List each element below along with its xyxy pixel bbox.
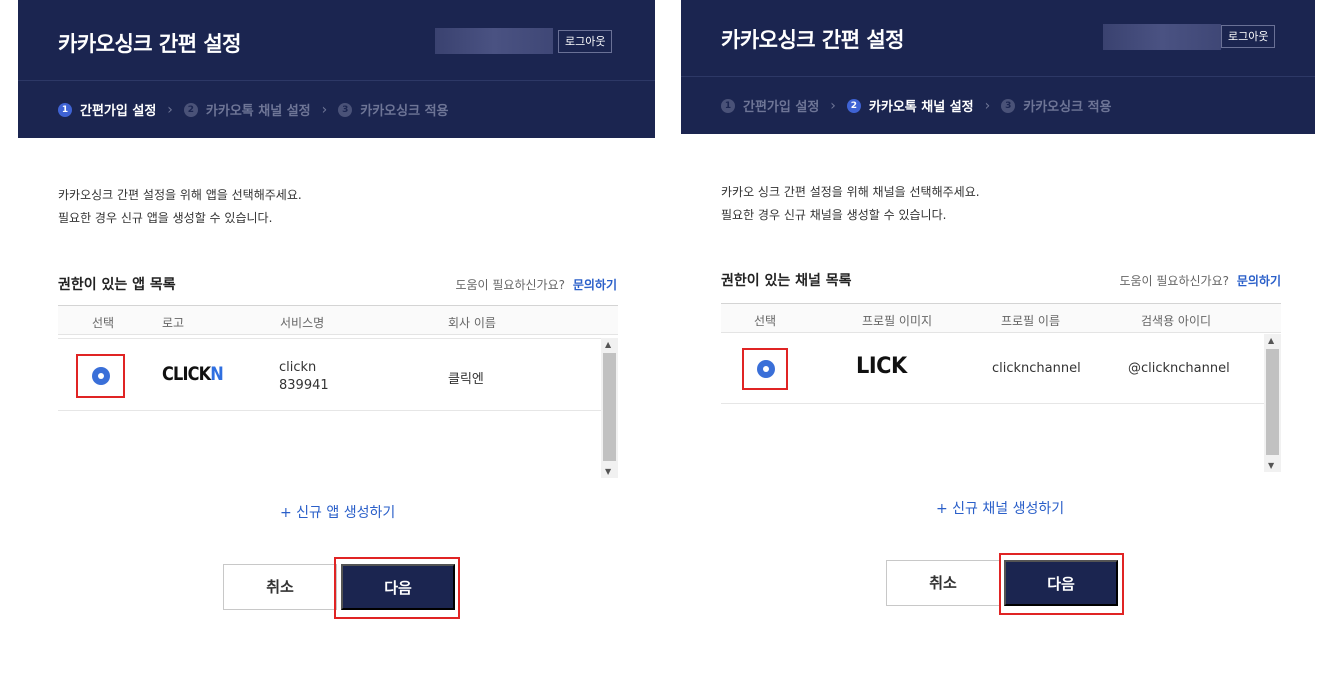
step-indicator: 1 간편가입 설정 › 2 카카오톡 채널 설정 › 3 카카오싱크 적용 <box>58 100 449 119</box>
step-3: 3 카카오싱크 적용 <box>1001 96 1112 115</box>
cancel-button[interactable]: 취소 <box>886 560 1000 606</box>
page-title: 카카오싱크 간편 설정 <box>58 32 242 56</box>
column-header-select: 선택 <box>754 314 777 328</box>
table-header: 선택 프로필 이미지 프로필 이름 검색용 아이디 <box>721 303 1281 333</box>
step-2: 2 카카오톡 채널 설정 <box>846 96 974 115</box>
intro-line: 카카오 싱크 간편 설정을 위해 채널을 선택해주세요. <box>721 185 980 199</box>
help-question: 도움이 필요하신가요? <box>1119 274 1229 288</box>
intro-line: 필요한 경우 신규 앱을 생성할 수 있습니다. <box>58 211 273 225</box>
step-1: 1 간편가입 설정 <box>58 100 156 119</box>
step-number-badge: 1 <box>58 102 72 117</box>
chevron-right-icon: › <box>984 97 991 114</box>
step-label: 간편가입 설정 <box>80 104 157 119</box>
scroll-up-icon[interactable]: ▲ <box>605 340 611 349</box>
header: 카카오싱크 간편 설정 로그아웃 1 간편가입 설정 › 2 카카오톡 채널 설… <box>681 0 1315 134</box>
contact-link[interactable]: 문의하기 <box>573 278 617 292</box>
list-scrollbar[interactable]: ▲ ▼ <box>601 338 618 478</box>
step-label: 간편가입 설정 <box>743 100 820 115</box>
header-divider <box>681 76 1315 77</box>
step-label: 카카오톡 채널 설정 <box>868 100 974 115</box>
radio-selected-icon[interactable] <box>757 360 775 378</box>
app-list: CLICKN clickn 839941 클릭엔 ▲ ▼ <box>58 338 618 478</box>
logo-accent: N <box>210 363 224 385</box>
header: 카카오싱크 간편 설정 로그아웃 1 간편가입 설정 › 2 카카오톡 채널 설… <box>18 0 655 138</box>
logout-button[interactable]: 로그아웃 <box>558 30 613 53</box>
column-header-profile-image: 프로필 이미지 <box>862 314 933 328</box>
contact-link[interactable]: 문의하기 <box>1237 274 1281 288</box>
profile-image: LICK <box>856 354 907 379</box>
step-label: 카카오싱크 적용 <box>1023 100 1112 115</box>
step-number-badge: 3 <box>1001 98 1016 113</box>
setup-panel-channel: 카카오싱크 간편 설정 로그아웃 1 간편가입 설정 › 2 카카오톡 채널 설… <box>681 0 1315 615</box>
step-2: 2 카카오톡 채널 설정 <box>183 100 311 119</box>
column-header-company: 회사 이름 <box>448 316 496 330</box>
table-header: 선택 로고 서비스명 회사 이름 <box>58 305 618 335</box>
list-title: 권한이 있는 앱 목록 <box>58 277 176 293</box>
intro-text: 카카오 싱크 간편 설정을 위해 채널을 선택해주세요. 필요한 경우 신규 채… <box>721 181 980 227</box>
radio-selected-icon[interactable] <box>92 367 110 385</box>
account-info-masked <box>435 28 553 54</box>
logo-text: CLICK <box>162 363 211 385</box>
intro-line: 카카오싱크 간편 설정을 위해 앱을 선택해주세요. <box>58 188 302 202</box>
chevron-right-icon: › <box>167 101 173 118</box>
service-name-cell: clickn 839941 <box>279 359 329 395</box>
profile-name-cell: clicknchannel <box>992 361 1081 376</box>
step-label: 카카오싱크 적용 <box>360 104 449 119</box>
help-text: 도움이 필요하신가요? 문의하기 <box>1119 272 1281 289</box>
next-button-highlight <box>999 553 1124 615</box>
step-number-badge: 2 <box>183 102 198 117</box>
help-text: 도움이 필요하신가요? 문의하기 <box>455 276 617 293</box>
chevron-right-icon: › <box>830 97 836 114</box>
scroll-down-icon[interactable]: ▼ <box>1268 461 1274 470</box>
logout-button[interactable]: 로그아웃 <box>1221 25 1276 48</box>
next-button-highlight <box>334 557 460 619</box>
chevron-right-icon: › <box>321 101 328 118</box>
service-id: 839941 <box>279 378 329 393</box>
step-label: 카카오톡 채널 설정 <box>205 104 311 119</box>
step-number-badge: 3 <box>338 102 353 117</box>
setup-panel-app: 카카오싱크 간편 설정 로그아웃 1 간편가입 설정 › 2 카카오톡 채널 설… <box>18 0 655 619</box>
step-number-badge: 1 <box>721 98 735 113</box>
create-new-app-link[interactable]: + 신규 앱 생성하기 <box>280 502 395 522</box>
channel-list: LICK clicknchannel @clicknchannel ▲ ▼ <box>721 334 1281 474</box>
column-header-profile-name: 프로필 이름 <box>1001 314 1061 328</box>
header-divider <box>18 80 655 81</box>
cancel-button[interactable]: 취소 <box>223 564 337 610</box>
step-number-badge: 2 <box>846 98 861 113</box>
account-info-masked <box>1103 24 1221 50</box>
intro-line: 필요한 경우 신규 채널을 생성할 수 있습니다. <box>721 208 947 222</box>
table-row[interactable]: CLICKN clickn 839941 클릭엔 <box>58 338 601 411</box>
step-1: 1 간편가입 설정 <box>721 96 819 115</box>
scrollbar-thumb[interactable] <box>1266 349 1279 455</box>
column-header-search-id: 검색용 아이디 <box>1141 314 1212 328</box>
intro-text: 카카오싱크 간편 설정을 위해 앱을 선택해주세요. 필요한 경우 신규 앱을 … <box>58 184 302 230</box>
page-title: 카카오싱크 간편 설정 <box>721 28 905 52</box>
list-title: 권한이 있는 채널 목록 <box>721 273 852 289</box>
scroll-down-icon[interactable]: ▼ <box>605 467 611 476</box>
search-id-cell: @clicknchannel <box>1128 361 1230 376</box>
service-name: clickn <box>279 360 317 375</box>
table-row[interactable]: LICK clicknchannel @clicknchannel <box>721 334 1265 404</box>
scrollbar-thumb[interactable] <box>603 353 616 461</box>
step-indicator: 1 간편가입 설정 › 2 카카오톡 채널 설정 › 3 카카오싱크 적용 <box>721 96 1112 115</box>
list-scrollbar[interactable]: ▲ ▼ <box>1264 334 1281 472</box>
column-header-select: 선택 <box>92 316 115 330</box>
column-header-service-name: 서비스명 <box>280 316 325 330</box>
help-question: 도움이 필요하신가요? <box>455 278 565 292</box>
company-cell: 클릭엔 <box>448 372 484 387</box>
app-logo: CLICKN <box>162 363 224 385</box>
scroll-up-icon[interactable]: ▲ <box>1268 336 1274 345</box>
column-header-logo: 로고 <box>162 316 185 330</box>
create-new-channel-link[interactable]: + 신규 채널 생성하기 <box>936 498 1064 518</box>
step-3: 3 카카오싱크 적용 <box>338 100 449 119</box>
